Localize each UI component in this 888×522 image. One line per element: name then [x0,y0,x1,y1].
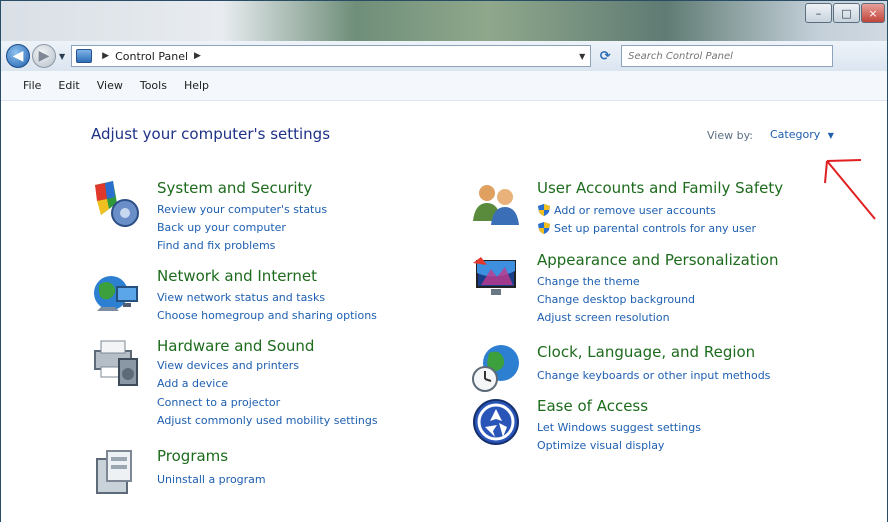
address-dropdown-icon[interactable]: ▼ [574,46,590,66]
search-input[interactable] [628,50,833,62]
category-title[interactable]: Ease of Access [537,397,648,415]
menu-help[interactable]: Help [184,79,209,92]
category-link[interactable]: Back up your computer [157,221,286,234]
view-by-label: View by: [707,129,753,142]
ease-of-access-icon[interactable] [471,397,521,447]
dropdown-arrow-icon[interactable]: ▼ [828,131,834,140]
refresh-icon: ⟳ [599,48,611,64]
category-title[interactable]: Hardware and Sound [157,337,314,355]
category-appearance: Appearance and Personalization Change th… [471,251,811,331]
category-link[interactable]: Optimize visual display [537,439,664,452]
category-link[interactable]: Uninstall a program [157,473,266,486]
category-system-security: System and Security Review your computer… [91,179,421,259]
category-link[interactable]: Adjust screen resolution [537,311,670,324]
category-link[interactable]: Add a device [157,377,228,390]
category-clock-region: Clock, Language, and Region Change keybo… [471,343,811,397]
user-accounts-icon[interactable] [471,179,521,229]
category-link-text[interactable]: Set up parental controls for any user [554,222,756,235]
breadcrumb-control-panel[interactable]: Control Panel [115,50,188,63]
category-title[interactable]: Programs [157,447,228,465]
navigation-bar: ◀ ▶ ▼ ▶ Control Panel ▶ ▼ ⟳ [1,41,887,71]
category-programs: Programs Uninstall a program [91,447,421,497]
category-link[interactable]: Change keyboards or other input methods [537,369,770,382]
appearance-icon[interactable] [471,251,521,301]
category-title[interactable]: Appearance and Personalization [537,251,779,269]
category-title[interactable]: User Accounts and Family Safety [537,179,783,197]
menu-tools[interactable]: Tools [140,79,167,92]
menu-file[interactable]: File [23,79,41,92]
category-link[interactable]: Change desktop background [537,293,695,306]
hardware-sound-icon[interactable] [91,337,141,387]
category-link[interactable]: Adjust commonly used mobility settings [157,414,378,427]
refresh-button[interactable]: ⟳ [593,45,617,67]
category-hardware-sound: Hardware and Sound View devices and prin… [91,337,421,437]
category-link[interactable]: Change the theme [537,275,640,288]
control-panel-small-icon [76,49,93,63]
control-panel-window: – □ × ◀ ▶ ▼ ▶ Control Panel ▶ ▼ ⟳ Search… [0,0,888,522]
category-network-internet: Network and Internet View network status… [91,267,421,327]
back-arrow-icon: ◀ [12,48,24,64]
menu-bar: File Edit View Tools Help [1,71,887,101]
close-button[interactable]: × [861,3,885,23]
search-box[interactable] [621,45,834,67]
address-bar[interactable]: ▶ Control Panel ▶ ▼ [71,45,592,67]
category-link[interactable]: View network status and tasks [157,291,325,304]
programs-icon[interactable] [91,447,141,497]
forward-arrow-icon: ▶ [38,48,50,64]
breadcrumb-chevron-icon[interactable]: ▶ [102,51,109,61]
recent-pages-dropdown[interactable]: ▼ [59,52,65,61]
maximize-button[interactable]: □ [833,3,860,23]
category-link[interactable]: Choose homegroup and sharing options [157,309,377,322]
category-link[interactable]: View devices and printers [157,359,299,372]
category-link[interactable]: Review your computer's status [157,203,327,216]
category-title[interactable]: System and Security [157,179,312,197]
view-by-dropdown[interactable]: Category ▼ [770,128,834,141]
uac-shield-icon [538,222,550,234]
red-annotation-arrow-icon [824,159,876,220]
forward-button[interactable]: ▶ [32,44,56,68]
category-title[interactable]: Clock, Language, and Region [537,343,755,361]
clock-globe-icon[interactable] [471,343,521,393]
breadcrumb-chevron-icon[interactable]: ▶ [194,51,201,61]
category-user-accounts: User Accounts and Family Safety Add or r… [471,179,811,243]
system-security-icon[interactable] [91,179,141,229]
category-title[interactable]: Network and Internet [157,267,317,285]
back-button[interactable]: ◀ [6,44,30,68]
uac-shield-icon [538,204,550,216]
category-link[interactable]: Let Windows suggest settings [537,421,701,434]
network-internet-icon[interactable] [91,267,141,317]
title-bar[interactable]: – □ × [1,1,887,41]
category-link[interactable]: Add or remove user accounts [537,203,716,217]
page-title: Adjust your computer's settings [91,125,331,143]
content-area: Adjust your computer's settings View by:… [1,101,887,522]
view-by-value[interactable]: Category [770,128,820,141]
category-ease-of-access: Ease of Access Let Windows suggest setti… [471,397,811,457]
window-controls: – □ × [805,3,885,25]
minimize-button[interactable]: – [805,3,832,23]
category-link-text[interactable]: Add or remove user accounts [554,204,716,217]
category-link[interactable]: Find and fix problems [157,239,275,252]
category-link[interactable]: Connect to a projector [157,396,280,409]
menu-edit[interactable]: Edit [58,79,79,92]
category-link[interactable]: Set up parental controls for any user [537,221,756,235]
menu-view[interactable]: View [97,79,123,92]
